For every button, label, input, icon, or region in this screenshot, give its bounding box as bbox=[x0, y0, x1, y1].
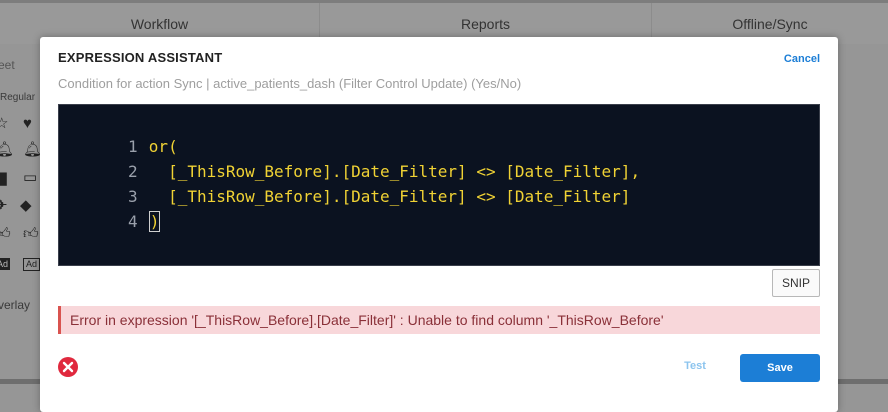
line-number: 4 bbox=[127, 212, 138, 231]
code-line: 2 [_ThisRow_Before].[Date_Filter] <> [Da… bbox=[59, 134, 640, 181]
icon-row-plane-tags: ✈ ◆ bbox=[0, 196, 40, 216]
expression-context-subtitle: Condition for action Sync | active_patie… bbox=[58, 76, 522, 91]
heart-icon[interactable]: ♥ bbox=[23, 114, 32, 134]
background-right-panel bbox=[838, 44, 888, 412]
code-line: 3 [_ThisRow_Before].[Date_Filter] <> [Da… bbox=[59, 159, 630, 206]
expression-assistant-dialog: EXPRESSION ASSISTANT Cancel Condition fo… bbox=[40, 37, 838, 412]
snip-button[interactable]: SNIP bbox=[772, 269, 820, 297]
cancel-button[interactable]: Cancel bbox=[784, 53, 820, 65]
icon-row-briefcase: ▆ ▭ bbox=[0, 168, 40, 188]
briefcase-outline-icon[interactable]: ▭ bbox=[23, 168, 37, 188]
expression-error-message: Error in expression '[_ThisRow_Before].[… bbox=[58, 306, 820, 334]
background-scroll-track-left bbox=[0, 379, 40, 384]
bell-outline-icon[interactable]: 🔔︎ bbox=[23, 140, 40, 160]
star-icon[interactable]: ☆ bbox=[0, 114, 8, 134]
sidebar-style-label: Regular bbox=[0, 92, 36, 103]
code-text-matched-bracket: ) bbox=[148, 211, 161, 232]
dialog-title: EXPRESSION ASSISTANT bbox=[58, 50, 223, 65]
thumbs-up-outline-icon[interactable]: 👍︎ bbox=[23, 224, 39, 244]
thumbs-up-icon[interactable]: 👍︎ bbox=[0, 224, 11, 244]
sidebar-partial-text: eet bbox=[0, 58, 15, 72]
expression-code-editor[interactable]: 1 or( 2 [_ThisRow_Before].[Date_Filter] <… bbox=[58, 104, 820, 266]
plane-icon[interactable]: ✈ bbox=[0, 196, 8, 216]
ad-icon[interactable]: Ad bbox=[0, 258, 11, 270]
icon-row-bell: 🔔︎ 🔔︎ bbox=[0, 140, 40, 160]
save-button[interactable]: Save bbox=[740, 354, 820, 382]
error-circle-icon bbox=[58, 357, 78, 377]
sidebar-overlay-label: verlay bbox=[0, 298, 31, 312]
bell-icon[interactable]: 🔔︎ bbox=[0, 140, 14, 160]
icon-row-thumbs: 👍︎ 👍︎ bbox=[0, 224, 40, 244]
test-button[interactable]: Test bbox=[673, 360, 717, 376]
icon-row-star-heart: ☆ ♥ bbox=[0, 114, 40, 134]
briefcase-icon[interactable]: ▆ bbox=[0, 168, 7, 188]
code-text: [_ThisRow_Before].[Date_Filter] <> [Date… bbox=[148, 187, 631, 206]
code-line: 4) bbox=[59, 184, 161, 232]
tags-icon[interactable]: ◆ bbox=[20, 196, 32, 216]
ad-outline-icon[interactable]: Ad bbox=[23, 258, 40, 271]
background-scroll-track-right bbox=[838, 379, 888, 384]
icon-row-ad: Ad Ad bbox=[0, 254, 40, 274]
code-line: 1 or( bbox=[59, 109, 178, 156]
background-sidebar: eet Regular ☆ ♥ 🔔︎ 🔔︎ ▆ ▭ ✈ ◆ 👍︎ 👍︎ Ad A… bbox=[0, 44, 40, 412]
